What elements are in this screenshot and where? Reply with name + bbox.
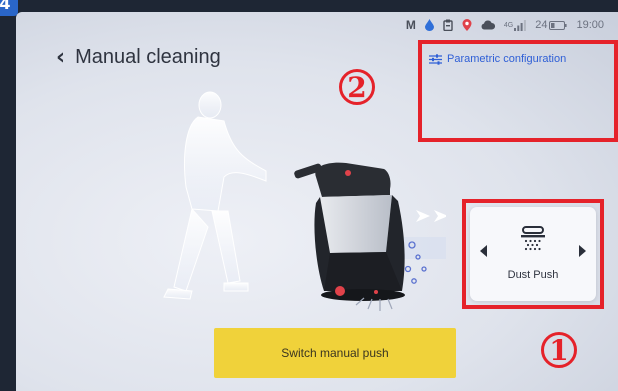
cloud-icon bbox=[481, 20, 495, 30]
annotation-box-parametric bbox=[418, 40, 618, 142]
chevron-left-icon: ‹ bbox=[56, 44, 66, 70]
photo-stage: 4 M 4G 24 19:00 ‹ Manual cleaning Parame… bbox=[0, 0, 618, 391]
clock: 19:00 bbox=[576, 19, 604, 31]
location-pin-icon bbox=[462, 19, 472, 31]
page-title: Manual cleaning bbox=[75, 46, 221, 68]
annotation-number-1: 1 bbox=[539, 330, 579, 370]
manual-push-illustration bbox=[163, 91, 446, 311]
clipboard-icon bbox=[443, 19, 453, 31]
step-badge: 4 bbox=[0, 0, 18, 16]
person-figure bbox=[163, 91, 267, 300]
back-button[interactable]: ‹ Manual cleaning bbox=[56, 46, 221, 69]
annotation-box-mode bbox=[462, 199, 604, 309]
drop-icon bbox=[424, 19, 434, 31]
annotation-number-2: 2 bbox=[337, 67, 377, 107]
direction-arrows-icon bbox=[416, 210, 446, 222]
m-indicator: M bbox=[405, 18, 416, 32]
tablet-screen: M 4G 24 19:00 ‹ Manual cleaning Parametr… bbox=[16, 12, 618, 391]
cleaning-robot bbox=[294, 162, 427, 311]
battery-indicator: 24 bbox=[535, 19, 568, 31]
battery-level-text: 24 bbox=[535, 19, 548, 31]
signal-icon: 4G bbox=[503, 19, 527, 31]
battery-icon bbox=[549, 20, 568, 30]
network-type-label: 4G bbox=[503, 21, 514, 29]
status-bar: M 4G 24 19:00 bbox=[406, 18, 604, 32]
switch-manual-push-button[interactable]: Switch manual push bbox=[214, 328, 456, 378]
